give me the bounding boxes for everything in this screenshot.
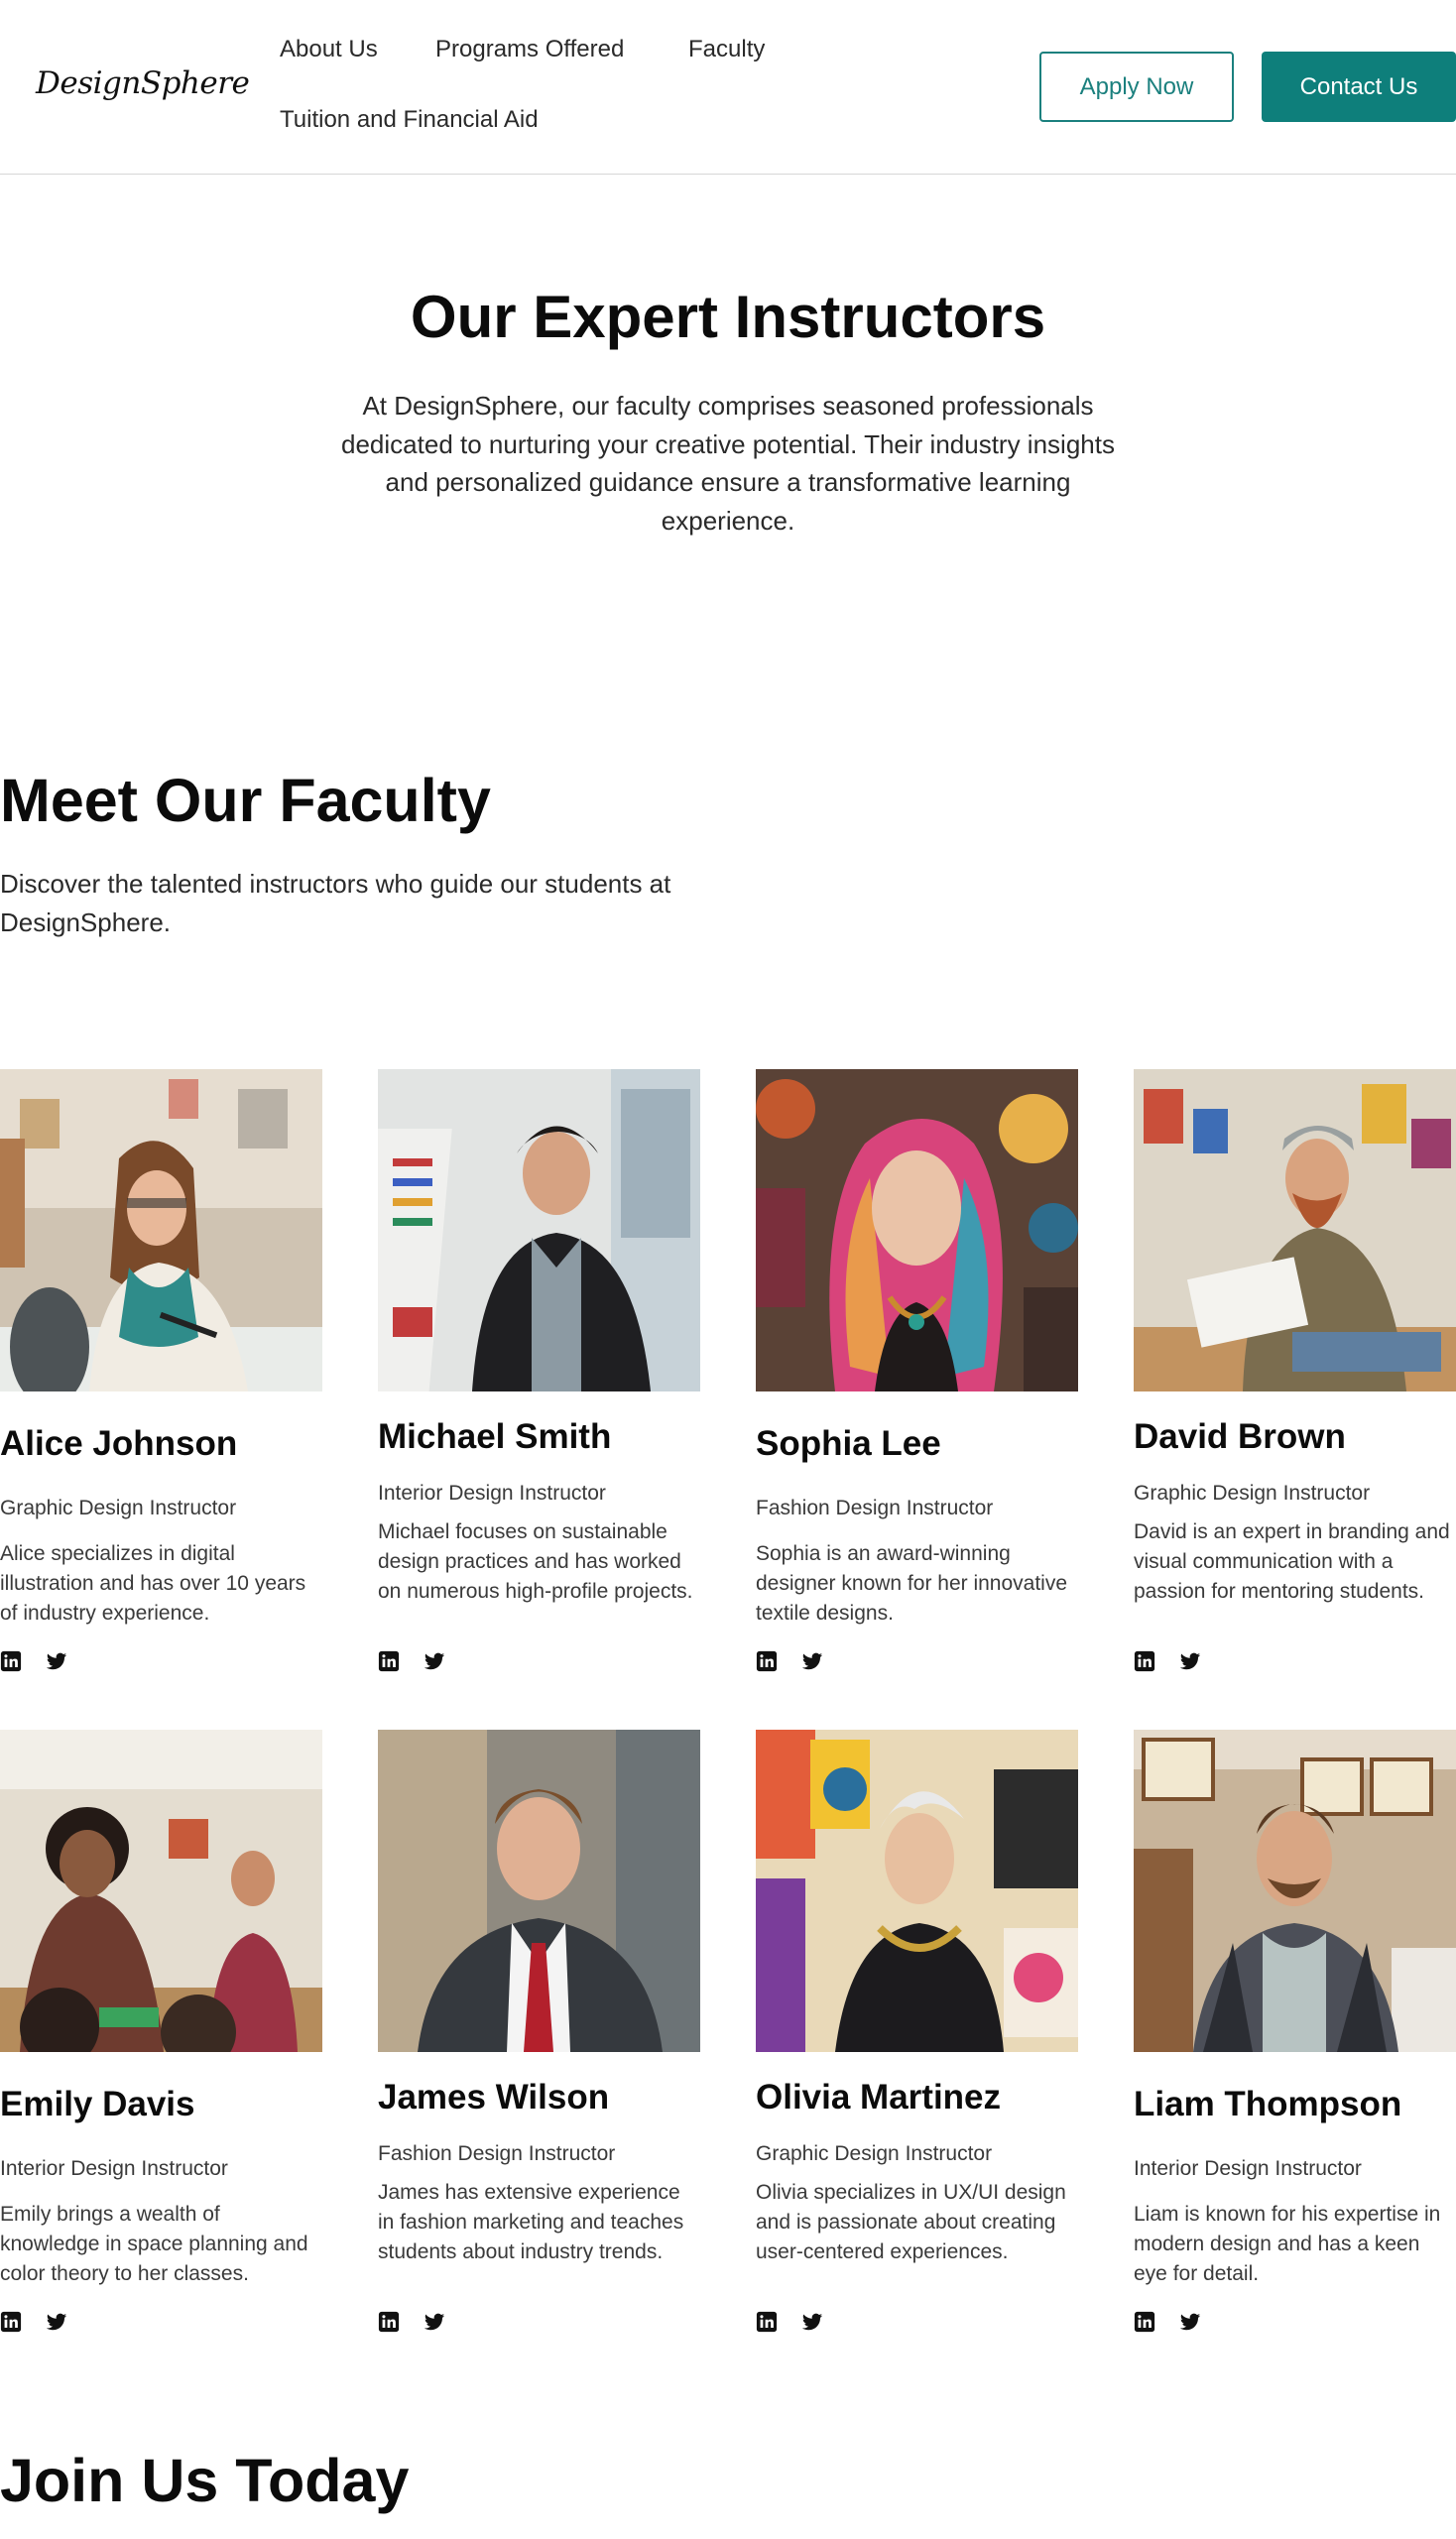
twitter-icon[interactable] [801,2311,823,2333]
linkedin-icon[interactable] [378,1650,400,1672]
hero-description: At DesignSphere, our faculty comprises s… [341,391,1115,536]
linkedin-icon[interactable] [1134,2311,1155,2333]
faculty-section-subtitle: Discover the talented instructors who gu… [0,869,671,937]
faculty-bio: Emily brings a wealth of knowledge in sp… [0,2203,308,2285]
apply-now-button[interactable]: Apply Now [1039,52,1234,122]
twitter-icon[interactable] [46,2311,67,2333]
faculty-role: Graphic Design Instructor [756,2142,993,2165]
faculty-role: Interior Design Instructor [1134,2157,1362,2180]
faculty-bio: Alice specializes in digital illustratio… [0,1542,306,1625]
faculty-bio: David is an expert in branding and visua… [1134,1520,1450,1603]
faculty-bio: James has extensive experience in fashio… [378,2181,684,2263]
social-links [756,1650,823,1674]
faculty-photo [1134,1069,1456,1391]
linkedin-icon[interactable] [756,2311,778,2333]
faculty-bio: Liam is known for his expertise in moder… [1134,2203,1441,2285]
faculty-bio: Sophia is an award-winning designer know… [756,1542,1068,1625]
faculty-photo [1134,1730,1456,2052]
faculty-photo [378,1069,700,1391]
faculty-name: Alice Johnson [0,1424,238,1463]
faculty-photo [378,1730,700,2052]
social-links [378,1650,445,1674]
twitter-icon[interactable] [46,1650,67,1672]
nav-link-tuition-financial-aid[interactable]: Tuition and Financial Aid [280,106,539,134]
faculty-bio: Olivia specializes in UX/UI design and i… [756,2181,1066,2263]
social-links [378,2311,445,2335]
linkedin-icon[interactable] [0,1650,22,1672]
faculty-role: Fashion Design Instructor [378,2142,616,2165]
faculty-photo [0,1069,322,1391]
faculty-name: Olivia Martinez [756,2078,1002,2116]
faculty-photo [756,1069,1078,1391]
faculty-role: Graphic Design Instructor [0,1497,237,1519]
faculty-section-title: Meet Our Faculty [0,767,491,834]
twitter-icon[interactable] [1179,1650,1201,1672]
twitter-icon[interactable] [424,2311,445,2333]
social-links [1134,2311,1201,2335]
social-links [756,2311,823,2335]
faculty-role: Interior Design Instructor [0,2157,228,2180]
hero-title: Our Expert Instructors [410,284,1046,350]
join-section-title: Join Us Today [0,2447,410,2514]
twitter-icon[interactable] [424,1650,445,1672]
faculty-name: Sophia Lee [756,1424,941,1463]
nav-link-about-us[interactable]: About Us [280,36,378,63]
faculty-photo [756,1730,1078,2052]
linkedin-icon[interactable] [378,2311,400,2333]
social-links [1134,1650,1201,1674]
contact-us-button[interactable]: Contact Us [1262,52,1456,122]
faculty-name: Michael Smith [378,1417,612,1456]
faculty-role: Graphic Design Instructor [1134,1482,1371,1505]
site-logo[interactable]: DesignSphere [36,65,250,101]
linkedin-icon[interactable] [0,2311,22,2333]
faculty-bio: Michael focuses on sustainable design pr… [378,1520,693,1603]
linkedin-icon[interactable] [756,1650,778,1672]
faculty-name: Liam Thompson [1134,2085,1402,2123]
faculty-role: Fashion Design Instructor [756,1497,994,1519]
linkedin-icon[interactable] [1134,1650,1155,1672]
faculty-role: Interior Design Instructor [378,1482,606,1505]
nav-link-programs-offered[interactable]: Programs Offered [435,36,624,63]
faculty-name: Emily Davis [0,2085,195,2123]
social-links [0,1650,67,1674]
twitter-icon[interactable] [1179,2311,1201,2333]
faculty-name: David Brown [1134,1417,1346,1456]
site-header: DesignSphere About Us Programs Offered F… [0,0,1456,175]
social-links [0,2311,67,2335]
twitter-icon[interactable] [801,1650,823,1672]
nav-link-faculty[interactable]: Faculty [688,36,765,63]
faculty-photo [0,1730,322,2052]
faculty-name: James Wilson [378,2078,610,2116]
